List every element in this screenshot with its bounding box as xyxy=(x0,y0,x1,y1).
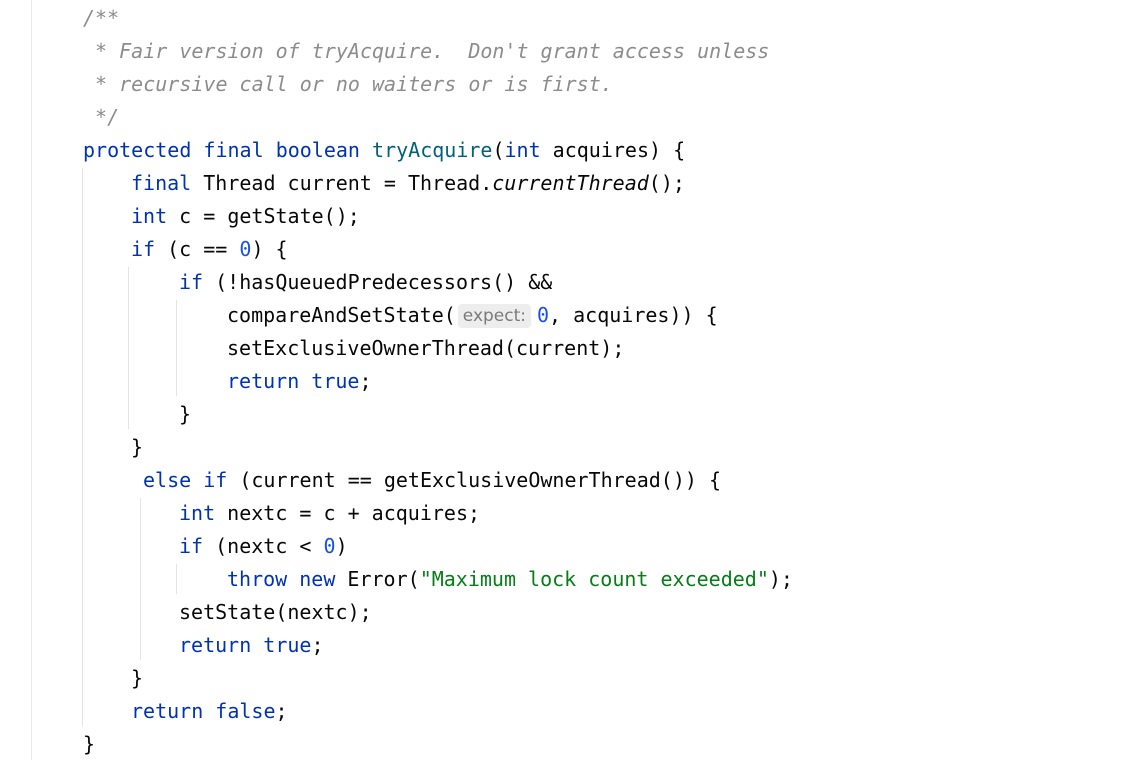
code-line[interactable]: * recursive call or no waiters or is fir… xyxy=(83,68,613,101)
code-token: (!hasQueuedPredecessors() && xyxy=(203,270,553,294)
code-token: (c == xyxy=(155,237,240,261)
code-line[interactable]: throw new Error("Maximum lock count exce… xyxy=(227,563,793,596)
code-line[interactable]: int nextc = c + acquires; xyxy=(179,497,480,530)
indent-guide xyxy=(140,498,141,660)
code-token: acquires) { xyxy=(540,138,686,162)
code-token: } xyxy=(83,732,96,756)
keyword-token: int xyxy=(131,204,168,228)
code-token: ( xyxy=(492,138,505,162)
indent-guide xyxy=(176,300,177,396)
keyword-token: if xyxy=(203,468,228,492)
code-token: nextc = c + acquires; xyxy=(215,501,481,525)
code-line[interactable]: /** xyxy=(83,2,119,35)
code-line[interactable]: int c = getState(); xyxy=(131,200,360,233)
code-token: ) { xyxy=(251,237,288,261)
code-line[interactable]: return true; xyxy=(227,365,372,398)
code-token: Thread current = Thread. xyxy=(191,171,493,195)
keyword-token: boolean xyxy=(275,138,360,162)
code-line[interactable]: setState(nextc); xyxy=(179,596,372,629)
keyword-token: int xyxy=(179,501,216,525)
code-line[interactable]: if (!hasQueuedPredecessors() && xyxy=(179,266,552,299)
code-token: } xyxy=(131,435,144,459)
code-token: setState(nextc); xyxy=(179,600,372,624)
code-token: ) xyxy=(335,534,348,558)
comment-token: * Fair version of tryAcquire. Don't gran… xyxy=(83,39,770,63)
indent-guide xyxy=(128,267,129,429)
code-line[interactable]: compareAndSetState(expect: 0, acquires)) … xyxy=(227,299,718,332)
code-line[interactable]: } xyxy=(179,398,191,431)
code-line[interactable]: if (c == 0) { xyxy=(131,233,288,266)
code-token: compareAndSetState( xyxy=(227,303,456,327)
keyword-token: else xyxy=(143,468,192,492)
code-token: ); xyxy=(768,567,793,591)
code-token: } xyxy=(179,402,192,426)
code-line[interactable]: } xyxy=(83,728,95,760)
code-line[interactable]: } xyxy=(131,431,143,464)
code-line[interactable]: protected final boolean tryAcquire(int a… xyxy=(83,134,685,167)
keyword-token: return xyxy=(131,699,204,723)
keyword-token: if xyxy=(179,270,204,294)
keyword-token: return xyxy=(227,369,300,393)
code-line[interactable]: return true; xyxy=(179,629,324,662)
code-line[interactable]: if (nextc < 0) xyxy=(179,530,348,563)
keyword-token: protected xyxy=(83,138,192,162)
code-token: setExclusiveOwnerThread(current); xyxy=(227,336,625,360)
number-literal-token: 0 xyxy=(323,534,336,558)
comment-token: /** xyxy=(83,6,120,30)
parameter-hint: expect: xyxy=(457,304,531,328)
keyword-token: final xyxy=(203,138,264,162)
code-token: } xyxy=(131,666,144,690)
gutter-divider xyxy=(31,0,32,760)
string-literal-token: "Maximum lock count exceeded" xyxy=(419,567,769,591)
code-token: ; xyxy=(359,369,372,393)
keyword-token: final xyxy=(131,171,192,195)
code-line[interactable]: * Fair version of tryAcquire. Don't gran… xyxy=(83,35,769,68)
static-method-token: currentThread xyxy=(492,171,649,195)
code-token: c = getState(); xyxy=(167,204,360,228)
indent-guide xyxy=(82,168,83,726)
code-token: ; xyxy=(275,699,288,723)
indent-guide xyxy=(176,564,177,594)
keyword-token: true xyxy=(311,369,360,393)
keyword-token: int xyxy=(504,138,541,162)
comment-token: * recursive call or no waiters or is fir… xyxy=(83,72,613,96)
keyword-token: return xyxy=(179,633,252,657)
number-literal-token: 0 xyxy=(537,303,550,327)
keyword-token: false xyxy=(215,699,276,723)
keyword-token: if xyxy=(131,237,156,261)
code-line[interactable]: return false; xyxy=(131,695,288,728)
keyword-token: throw xyxy=(227,567,288,591)
code-line[interactable]: */ xyxy=(83,101,119,134)
keyword-token: true xyxy=(263,633,312,657)
code-line[interactable]: } xyxy=(131,662,143,695)
code-line[interactable]: final Thread current = Thread.currentThr… xyxy=(131,167,685,200)
keyword-token: if xyxy=(179,534,204,558)
code-token: (current == getExclusiveOwnerThread()) { xyxy=(227,468,721,492)
code-editor[interactable]: /** * Fair version of tryAcquire. Don't … xyxy=(0,0,1146,760)
code-token: ; xyxy=(311,633,324,657)
code-token: (nextc < xyxy=(203,534,324,558)
code-token: (); xyxy=(648,171,685,195)
method-name-token: tryAcquire xyxy=(372,138,493,162)
keyword-token: new xyxy=(299,567,336,591)
code-token: Error( xyxy=(335,567,420,591)
code-token: , acquires)) { xyxy=(549,303,718,327)
number-literal-token: 0 xyxy=(239,237,252,261)
comment-token: */ xyxy=(83,105,120,129)
code-line[interactable]: setExclusiveOwnerThread(current); xyxy=(227,332,624,365)
code-line[interactable]: else if (current == getExclusiveOwnerThr… xyxy=(143,464,721,497)
